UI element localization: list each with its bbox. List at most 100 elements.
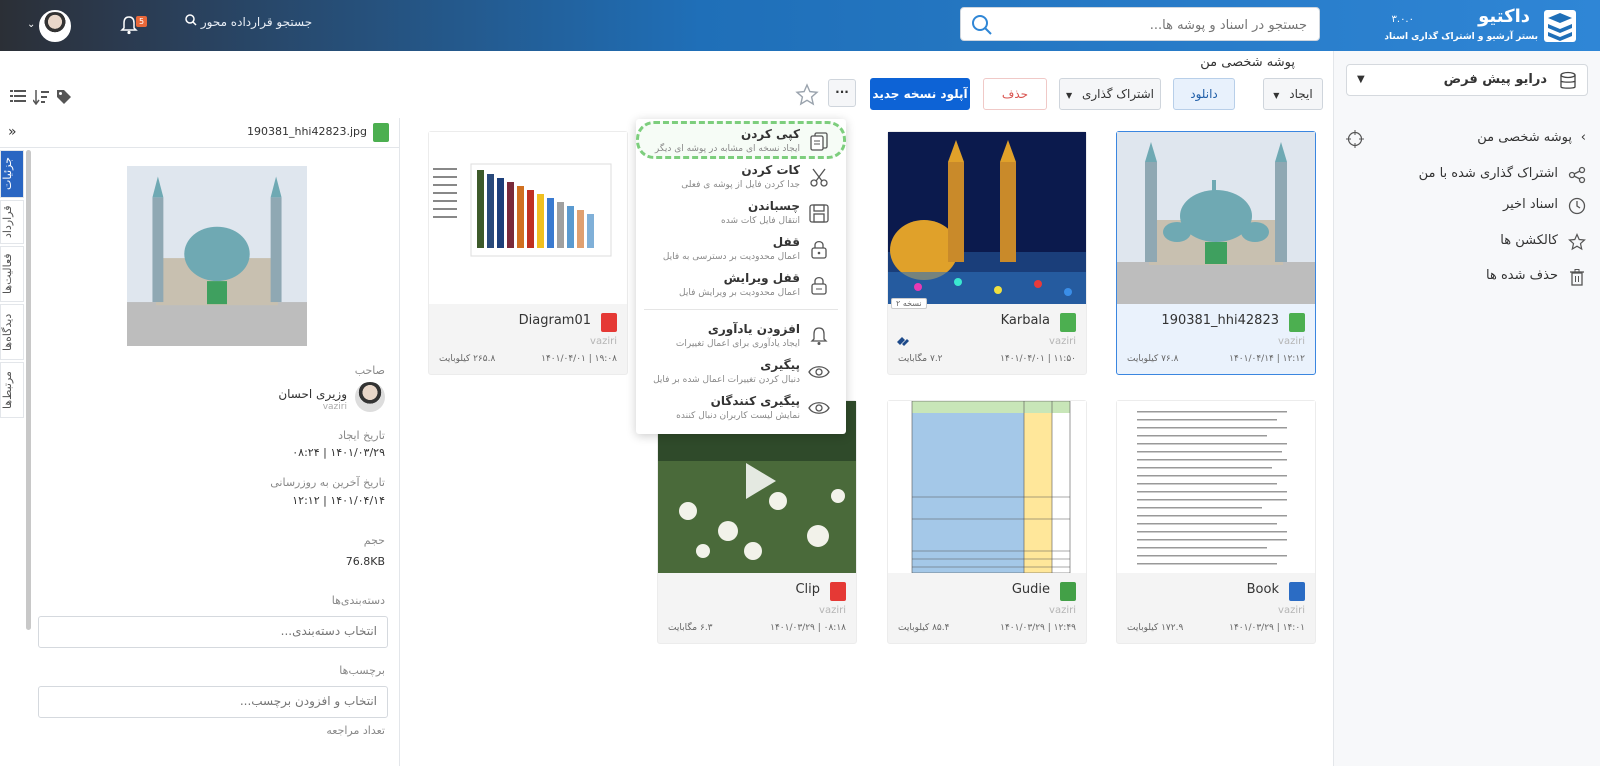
file-name: 190381_hhi42823: [1161, 313, 1279, 328]
file-name: Diagram01: [518, 313, 591, 328]
contract-search-link[interactable]: جستجو قرارداده محور: [185, 14, 312, 29]
sidebar-item-label: اشتراک گذاری شده با من: [1418, 166, 1558, 181]
scissors-icon: [810, 168, 828, 187]
file-card[interactable]: Gudie vaziri ۱۴۰۱/۰۳/۲۹ | ۱۲:۴۹ ۸۵.۴ کیل…: [887, 400, 1087, 644]
share-button-label: اشتراک گذاری: [1081, 87, 1155, 101]
refs-label: تعداد مراجعه: [326, 724, 385, 737]
tab-contract[interactable]: قرارداد: [0, 200, 24, 244]
create-button-label: ایجاد: [1289, 87, 1313, 101]
more-actions-button[interactable]: ···: [828, 79, 856, 107]
paste-icon: [809, 204, 829, 223]
tags-select[interactable]: [38, 686, 388, 718]
sidebar-item-shared[interactable]: اشتراک گذاری شده با من: [1346, 163, 1586, 187]
menu-item-title: قفل ویرایش: [723, 271, 800, 285]
create-button[interactable]: ایجاد ▼: [1263, 78, 1323, 110]
search-input[interactable]: [1007, 15, 1307, 35]
menu-item-title: کات کردن: [741, 163, 800, 177]
menu-item-followers[interactable]: پیگیری کنندگان نمایش لیست کاربران دنبال …: [636, 391, 846, 425]
menu-item-edit-lock[interactable]: قفل ویرایش اعمال محدودیت بر ویرایش فایل: [636, 268, 846, 302]
bell-icon: [810, 327, 828, 345]
image-file-icon: [1060, 313, 1076, 332]
category-input[interactable]: [57, 624, 377, 638]
menu-item-paste[interactable]: چسباندن انتقال فایل کات شده: [636, 196, 846, 230]
sort-icon[interactable]: [33, 89, 49, 105]
menu-item-desc: انتقال فایل کات شده: [721, 216, 800, 226]
file-owner: vaziri: [1049, 605, 1076, 616]
file-card[interactable]: Diagram01 vaziri ۱۴۰۱/۰۴/۰۱ | ۱۹:۰۸ ۲۶۵.…: [428, 131, 628, 375]
file-size: ۲۶۵.۸ کیلوبایت: [439, 354, 496, 364]
app-version: ۳.۰.۰: [1391, 14, 1414, 25]
tag-icon[interactable]: [56, 89, 72, 105]
sidebar-item-label: حذف شده ها: [1486, 268, 1558, 283]
file-thumbnail: [1117, 132, 1315, 304]
file-card[interactable]: نسخه ۲ Karbala vaziri ۱۴۰۱/۰۴/۰۱ | ۱۱:۵۰…: [887, 131, 1087, 375]
download-button[interactable]: دانلود: [1173, 78, 1235, 110]
sidebar-item-label: پوشه شخصی من: [1477, 130, 1572, 145]
share-button[interactable]: اشتراک گذاری ▼: [1059, 78, 1161, 110]
collapse-panel-icon[interactable]: »: [8, 124, 17, 140]
owner-name: وزیری احسان: [278, 387, 347, 401]
image-file-icon: [1289, 313, 1305, 332]
share-icon: [1568, 166, 1586, 184]
tab-comments[interactable]: دیدگاه‌ها: [0, 304, 24, 360]
sidebar-item-recent[interactable]: اسناد اخیر: [1346, 194, 1586, 218]
contract-search-label: جستجو قرارداده محور: [200, 15, 313, 29]
drive-select[interactable]: درایو پیش فرض ▼: [1346, 64, 1588, 96]
file-date: ۱۴۰۱/۰۴/۰۱ | ۱۱:۵۰: [1000, 354, 1076, 364]
file-thumbnail: [429, 132, 627, 304]
sidebar-item-collections[interactable]: کالکشن ها: [1346, 230, 1586, 254]
file-owner: vaziri: [1278, 605, 1305, 616]
app-logo-icon: [1544, 10, 1576, 42]
menu-item-add-reminder[interactable]: افزودن یادآوری ایجاد یادآوری برای اعمال …: [636, 319, 846, 353]
chevron-down-icon[interactable]: ⌄: [27, 19, 35, 30]
sidebar-item-trash[interactable]: حذف شده ها: [1346, 265, 1586, 289]
menu-item-title: افزودن یادآوری: [707, 322, 800, 336]
caret-down-icon: ▼: [1273, 91, 1280, 100]
user-avatar[interactable]: [39, 10, 71, 42]
list-view-icon[interactable]: [10, 89, 26, 103]
top-header: داکتیو ۳.۰.۰ بستر آرشیو و اشتراک گذاری ا…: [0, 0, 1600, 51]
upload-new-version-button[interactable]: آپلود نسخه جدید: [870, 78, 970, 110]
tab-related[interactable]: مرتبط‌ها: [0, 362, 24, 418]
menu-divider: [644, 309, 838, 310]
tab-details[interactable]: جزئیات: [0, 150, 24, 198]
search-icon[interactable]: [971, 14, 993, 36]
menu-item-desc: اعمال محدودیت بر ویرایش فایل: [679, 288, 800, 298]
file-date: ۱۴۰۱/۰۴/۰۱ | ۱۹:۰۸: [541, 354, 617, 364]
scrollbar[interactable]: [26, 150, 31, 630]
details-panel: » 190381_hhi42823.jpg جزئیات قرارداد فعا…: [0, 118, 400, 766]
file-name: Book: [1246, 582, 1279, 597]
file-size: ۱۷۲.۹ کیلوبایت: [1127, 623, 1184, 633]
size-label: حجم: [363, 534, 385, 547]
category-select[interactable]: [38, 616, 388, 648]
created-value: ۱۴۰۱/۰۳/۲۹ | ۰۸:۲۴: [292, 446, 385, 459]
file-thumbnail: [1117, 401, 1315, 573]
chevron-right-icon[interactable]: ›: [1581, 130, 1586, 145]
notification-count-badge: 5: [136, 16, 147, 27]
delete-button[interactable]: حذف: [983, 78, 1047, 110]
favorite-star-icon[interactable]: [795, 83, 819, 107]
file-card[interactable]: 190381_hhi42823 vaziri ۱۴۰۱/۰۴/۱۴ | ۱۲:۱…: [1116, 131, 1316, 375]
link-icon: [897, 337, 909, 346]
file-thumbnail: [888, 132, 1086, 304]
pdf-file-icon: [601, 313, 617, 332]
context-menu: کپی کردن ایجاد نسخه ای مشابه در پوشه ای …: [636, 119, 846, 434]
menu-item-cut[interactable]: کات کردن جدا کردن فایل از پوشه ی فعلی: [636, 160, 846, 194]
sidebar: درایو پیش فرض ▼ پوشه شخصی من › اشتراک گذ…: [1333, 51, 1600, 766]
global-search[interactable]: [960, 7, 1320, 41]
file-card[interactable]: Book vaziri ۱۴۰۱/۰۳/۲۹ | ۱۴:۰۱ ۱۷۲.۹ کیل…: [1116, 400, 1316, 644]
file-owner: vaziri: [1049, 336, 1076, 347]
sidebar-item-my-folder[interactable]: پوشه شخصی من ›: [1346, 127, 1586, 151]
doc-file-icon: [1289, 582, 1305, 601]
file-date: ۱۴۰۱/۰۳/۲۹ | ۱۴:۰۱: [1229, 623, 1305, 633]
menu-item-lock[interactable]: قفل اعمال محدودیت بر دسترسی به فایل: [636, 232, 846, 266]
copy-icon: [810, 132, 828, 151]
edit-lock-icon: [811, 276, 827, 295]
menu-item-copy[interactable]: کپی کردن ایجاد نسخه ای مشابه در پوشه ای …: [636, 124, 846, 158]
breadcrumb: پوشه شخصی من: [1200, 55, 1295, 70]
menu-item-follow[interactable]: پیگیری دنبال کردن تغییرات اعمال شده بر ف…: [636, 355, 846, 389]
file-date: ۱۴۰۱/۰۳/۲۹ | ۱۲:۴۹: [1000, 623, 1076, 633]
tab-activities[interactable]: فعالیت‌ها: [0, 246, 24, 302]
file-card[interactable]: Clip vaziri ۱۴۰۱/۰۳/۲۹ | ۰۸:۱۸ ۶.۳ مگابا…: [657, 400, 857, 644]
tags-input[interactable]: [57, 694, 377, 708]
